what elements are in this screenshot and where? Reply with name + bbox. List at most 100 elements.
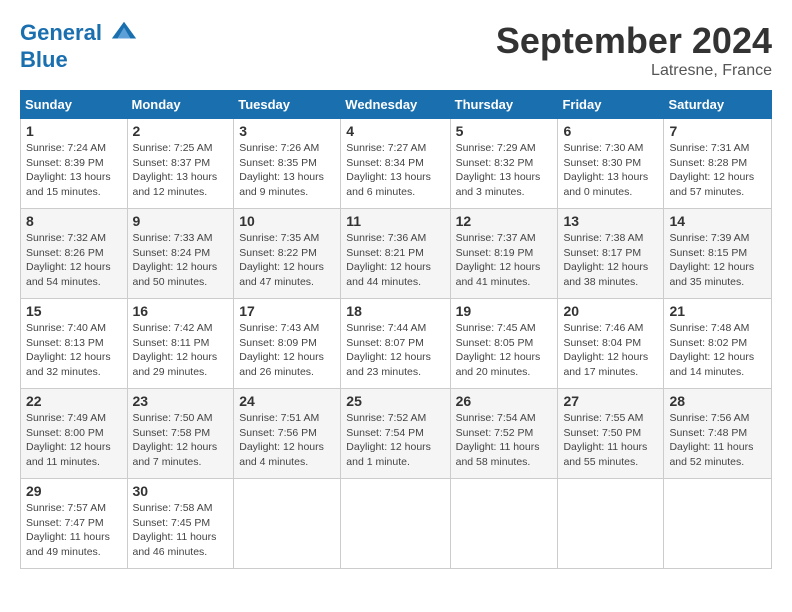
calendar-cell: 24 Sunrise: 7:51 AMSunset: 7:56 PMDaylig… bbox=[234, 389, 341, 479]
day-info: Sunrise: 7:37 AMSunset: 8:19 PMDaylight:… bbox=[456, 231, 553, 290]
day-info: Sunrise: 7:45 AMSunset: 8:05 PMDaylight:… bbox=[456, 321, 553, 380]
header-row: Sunday Monday Tuesday Wednesday Thursday… bbox=[21, 91, 772, 119]
month-title: September 2024 bbox=[496, 20, 772, 62]
day-info: Sunrise: 7:31 AMSunset: 8:28 PMDaylight:… bbox=[669, 141, 766, 200]
calendar-cell bbox=[664, 479, 772, 569]
day-number: 2 bbox=[133, 123, 229, 139]
calendar-cell: 14 Sunrise: 7:39 AMSunset: 8:15 PMDaylig… bbox=[664, 209, 772, 299]
calendar-cell: 4 Sunrise: 7:27 AMSunset: 8:34 PMDayligh… bbox=[341, 119, 450, 209]
day-info: Sunrise: 7:26 AMSunset: 8:35 PMDaylight:… bbox=[239, 141, 335, 200]
calendar-cell bbox=[558, 479, 664, 569]
day-number: 21 bbox=[669, 303, 766, 319]
day-number: 19 bbox=[456, 303, 553, 319]
calendar-cell: 13 Sunrise: 7:38 AMSunset: 8:17 PMDaylig… bbox=[558, 209, 664, 299]
day-number: 12 bbox=[456, 213, 553, 229]
day-info: Sunrise: 7:43 AMSunset: 8:09 PMDaylight:… bbox=[239, 321, 335, 380]
day-number: 27 bbox=[563, 393, 658, 409]
calendar-cell: 6 Sunrise: 7:30 AMSunset: 8:30 PMDayligh… bbox=[558, 119, 664, 209]
day-info: Sunrise: 7:46 AMSunset: 8:04 PMDaylight:… bbox=[563, 321, 658, 380]
day-info: Sunrise: 7:27 AMSunset: 8:34 PMDaylight:… bbox=[346, 141, 444, 200]
calendar-cell: 22 Sunrise: 7:49 AMSunset: 8:00 PMDaylig… bbox=[21, 389, 128, 479]
calendar-cell: 16 Sunrise: 7:42 AMSunset: 8:11 PMDaylig… bbox=[127, 299, 234, 389]
calendar-cell: 28 Sunrise: 7:56 AMSunset: 7:48 PMDaylig… bbox=[664, 389, 772, 479]
day-number: 16 bbox=[133, 303, 229, 319]
day-info: Sunrise: 7:42 AMSunset: 8:11 PMDaylight:… bbox=[133, 321, 229, 380]
calendar-cell: 1 Sunrise: 7:24 AMSunset: 8:39 PMDayligh… bbox=[21, 119, 128, 209]
day-number: 4 bbox=[346, 123, 444, 139]
day-number: 23 bbox=[133, 393, 229, 409]
calendar-table: Sunday Monday Tuesday Wednesday Thursday… bbox=[20, 90, 772, 569]
day-info: Sunrise: 7:58 AMSunset: 7:45 PMDaylight:… bbox=[133, 501, 229, 560]
calendar-cell bbox=[341, 479, 450, 569]
calendar-cell: 15 Sunrise: 7:40 AMSunset: 8:13 PMDaylig… bbox=[21, 299, 128, 389]
day-info: Sunrise: 7:49 AMSunset: 8:00 PMDaylight:… bbox=[26, 411, 122, 470]
col-thursday: Thursday bbox=[450, 91, 558, 119]
title-block: September 2024 Latresne, France bbox=[496, 20, 772, 80]
day-number: 22 bbox=[26, 393, 122, 409]
day-number: 25 bbox=[346, 393, 444, 409]
day-number: 6 bbox=[563, 123, 658, 139]
calendar-cell: 7 Sunrise: 7:31 AMSunset: 8:28 PMDayligh… bbox=[664, 119, 772, 209]
calendar-cell: 8 Sunrise: 7:32 AMSunset: 8:26 PMDayligh… bbox=[21, 209, 128, 299]
day-info: Sunrise: 7:57 AMSunset: 7:47 PMDaylight:… bbox=[26, 501, 122, 560]
day-info: Sunrise: 7:40 AMSunset: 8:13 PMDaylight:… bbox=[26, 321, 122, 380]
calendar-cell: 30 Sunrise: 7:58 AMSunset: 7:45 PMDaylig… bbox=[127, 479, 234, 569]
table-row: 22 Sunrise: 7:49 AMSunset: 8:00 PMDaylig… bbox=[21, 389, 772, 479]
day-number: 5 bbox=[456, 123, 553, 139]
day-number: 1 bbox=[26, 123, 122, 139]
calendar-cell: 17 Sunrise: 7:43 AMSunset: 8:09 PMDaylig… bbox=[234, 299, 341, 389]
day-info: Sunrise: 7:32 AMSunset: 8:26 PMDaylight:… bbox=[26, 231, 122, 290]
table-row: 8 Sunrise: 7:32 AMSunset: 8:26 PMDayligh… bbox=[21, 209, 772, 299]
calendar-cell: 20 Sunrise: 7:46 AMSunset: 8:04 PMDaylig… bbox=[558, 299, 664, 389]
calendar-cell: 18 Sunrise: 7:44 AMSunset: 8:07 PMDaylig… bbox=[341, 299, 450, 389]
day-number: 10 bbox=[239, 213, 335, 229]
day-number: 9 bbox=[133, 213, 229, 229]
calendar-cell: 5 Sunrise: 7:29 AMSunset: 8:32 PMDayligh… bbox=[450, 119, 558, 209]
day-info: Sunrise: 7:39 AMSunset: 8:15 PMDaylight:… bbox=[669, 231, 766, 290]
day-number: 14 bbox=[669, 213, 766, 229]
day-number: 3 bbox=[239, 123, 335, 139]
calendar-cell: 29 Sunrise: 7:57 AMSunset: 7:47 PMDaylig… bbox=[21, 479, 128, 569]
day-number: 30 bbox=[133, 483, 229, 499]
day-info: Sunrise: 7:36 AMSunset: 8:21 PMDaylight:… bbox=[346, 231, 444, 290]
location: Latresne, France bbox=[496, 62, 772, 80]
day-number: 11 bbox=[346, 213, 444, 229]
day-number: 15 bbox=[26, 303, 122, 319]
calendar-cell: 27 Sunrise: 7:55 AMSunset: 7:50 PMDaylig… bbox=[558, 389, 664, 479]
calendar-cell: 9 Sunrise: 7:33 AMSunset: 8:24 PMDayligh… bbox=[127, 209, 234, 299]
day-number: 24 bbox=[239, 393, 335, 409]
day-info: Sunrise: 7:44 AMSunset: 8:07 PMDaylight:… bbox=[346, 321, 444, 380]
day-number: 29 bbox=[26, 483, 122, 499]
day-info: Sunrise: 7:35 AMSunset: 8:22 PMDaylight:… bbox=[239, 231, 335, 290]
calendar-cell bbox=[450, 479, 558, 569]
calendar-cell: 23 Sunrise: 7:50 AMSunset: 7:58 PMDaylig… bbox=[127, 389, 234, 479]
table-row: 15 Sunrise: 7:40 AMSunset: 8:13 PMDaylig… bbox=[21, 299, 772, 389]
day-info: Sunrise: 7:51 AMSunset: 7:56 PMDaylight:… bbox=[239, 411, 335, 470]
day-info: Sunrise: 7:55 AMSunset: 7:50 PMDaylight:… bbox=[563, 411, 658, 470]
col-wednesday: Wednesday bbox=[341, 91, 450, 119]
calendar-cell: 12 Sunrise: 7:37 AMSunset: 8:19 PMDaylig… bbox=[450, 209, 558, 299]
col-sunday: Sunday bbox=[21, 91, 128, 119]
day-number: 28 bbox=[669, 393, 766, 409]
calendar-cell: 10 Sunrise: 7:35 AMSunset: 8:22 PMDaylig… bbox=[234, 209, 341, 299]
col-friday: Friday bbox=[558, 91, 664, 119]
table-row: 29 Sunrise: 7:57 AMSunset: 7:47 PMDaylig… bbox=[21, 479, 772, 569]
day-number: 7 bbox=[669, 123, 766, 139]
logo: General Blue bbox=[20, 20, 138, 72]
calendar-cell: 25 Sunrise: 7:52 AMSunset: 7:54 PMDaylig… bbox=[341, 389, 450, 479]
day-info: Sunrise: 7:52 AMSunset: 7:54 PMDaylight:… bbox=[346, 411, 444, 470]
day-info: Sunrise: 7:30 AMSunset: 8:30 PMDaylight:… bbox=[563, 141, 658, 200]
col-monday: Monday bbox=[127, 91, 234, 119]
day-info: Sunrise: 7:54 AMSunset: 7:52 PMDaylight:… bbox=[456, 411, 553, 470]
day-info: Sunrise: 7:24 AMSunset: 8:39 PMDaylight:… bbox=[26, 141, 122, 200]
day-number: 17 bbox=[239, 303, 335, 319]
day-info: Sunrise: 7:33 AMSunset: 8:24 PMDaylight:… bbox=[133, 231, 229, 290]
col-saturday: Saturday bbox=[664, 91, 772, 119]
day-number: 18 bbox=[346, 303, 444, 319]
day-number: 8 bbox=[26, 213, 122, 229]
col-tuesday: Tuesday bbox=[234, 91, 341, 119]
day-info: Sunrise: 7:50 AMSunset: 7:58 PMDaylight:… bbox=[133, 411, 229, 470]
calendar-cell: 21 Sunrise: 7:48 AMSunset: 8:02 PMDaylig… bbox=[664, 299, 772, 389]
calendar-cell: 26 Sunrise: 7:54 AMSunset: 7:52 PMDaylig… bbox=[450, 389, 558, 479]
day-number: 13 bbox=[563, 213, 658, 229]
